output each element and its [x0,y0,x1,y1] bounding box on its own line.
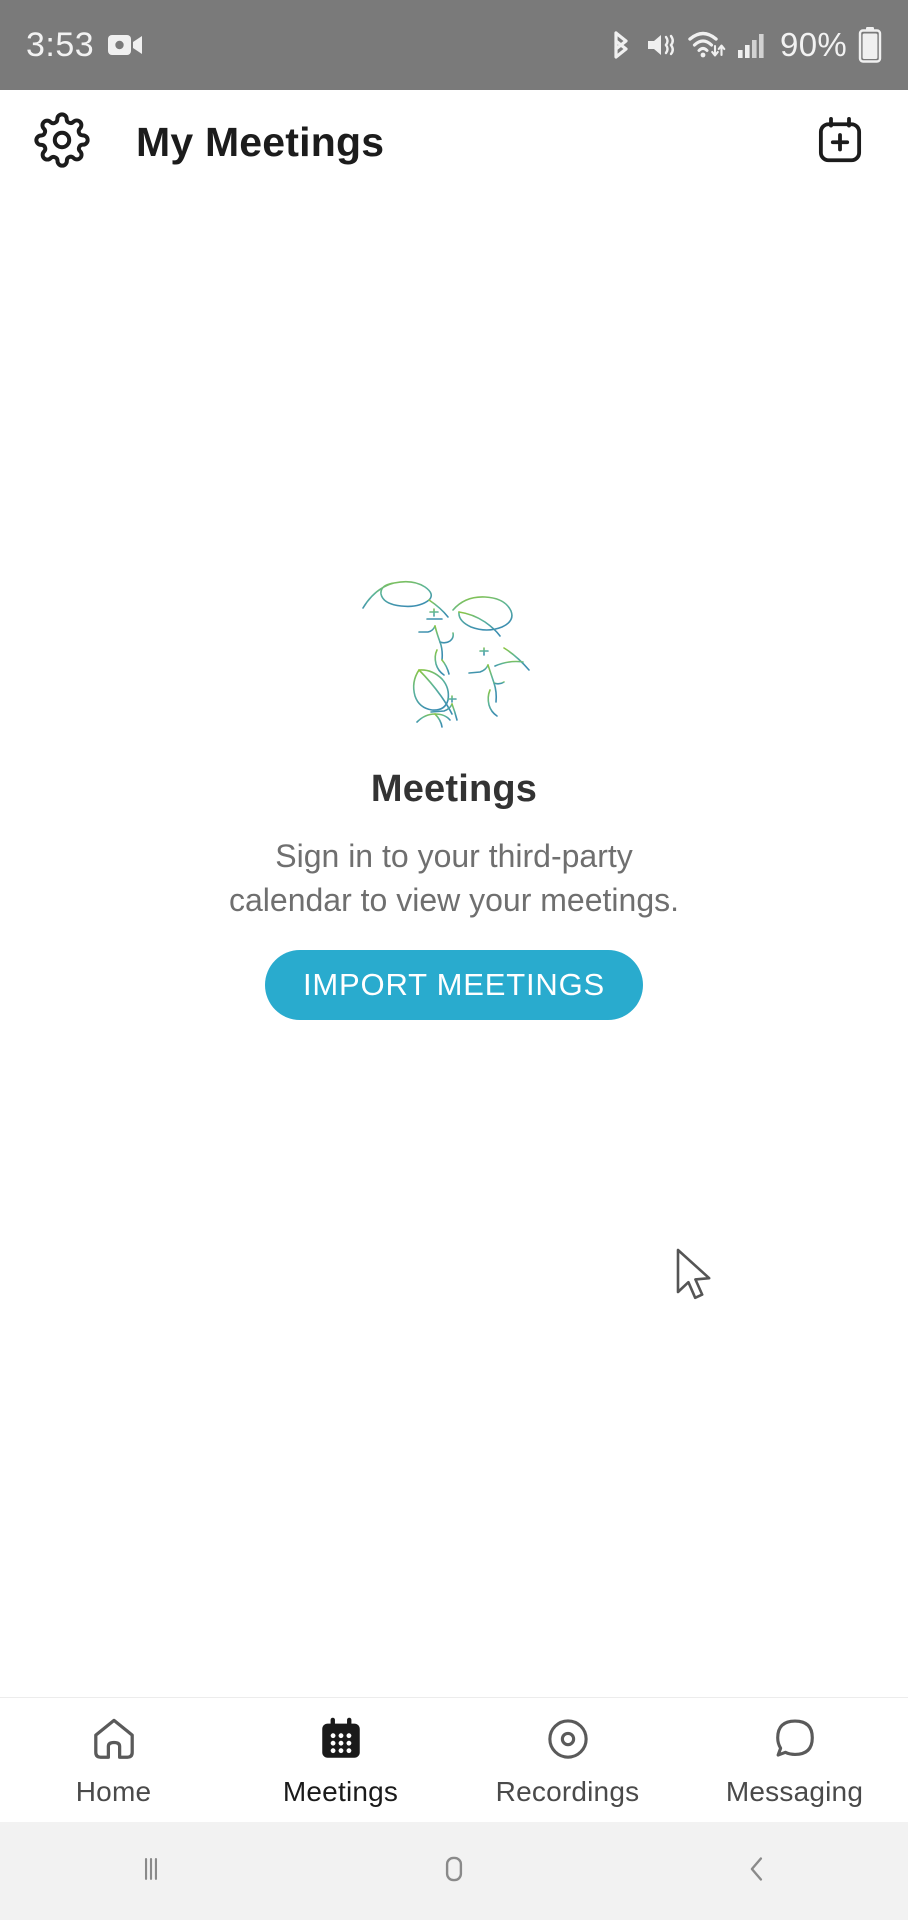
tab-label-messaging: Messaging [725,1775,864,1807]
empty-state: Meetings Sign in to your third-party cal… [0,570,908,1021]
meetings-people-illustration [349,570,559,730]
phone-screen: 3:53 90% My Meetings Meetings Sign in to… [0,0,908,1920]
page-title: My Meetings [136,119,385,165]
app-header: My Meetings [0,90,908,195]
import-meetings-button[interactable]: IMPORT MEETINGS [265,950,643,1021]
calendar-plus-icon [813,113,867,172]
screen-recording-icon [108,32,144,58]
tab-label-meetings: Meetings [282,1775,399,1807]
cellular-signal-icon [737,30,767,60]
calendar-filled-icon [316,1713,366,1765]
status-bar: 3:53 90% [0,0,908,90]
empty-state-title: Meetings [370,768,538,810]
status-bar-right: 90% [608,26,882,64]
record-circle-icon [543,1713,593,1765]
home-button[interactable] [303,1822,606,1920]
chat-bubble-icon [770,1713,820,1765]
tab-recordings[interactable]: Recordings [454,1698,681,1822]
three-bars-icon [134,1852,168,1891]
battery-percentage-label: 90% [780,26,847,63]
rounded-square-icon [436,1851,472,1892]
mouse-cursor [672,1247,720,1307]
settings-button[interactable] [26,107,98,179]
tab-label-recordings: Recordings [495,1775,640,1807]
status-bar-left: 3:53 [26,26,144,65]
tab-messaging[interactable]: Messaging [681,1698,908,1822]
wifi-icon [688,29,726,61]
status-bar-clock: 3:53 [26,25,95,64]
back-button[interactable] [605,1822,908,1920]
chevron-left-icon [739,1851,775,1892]
main-content: Meetings Sign in to your third-party cal… [0,195,908,1697]
battery-icon [858,27,882,63]
empty-state-description: Sign in to your third-party calendar to … [229,838,679,918]
recents-button[interactable] [0,1822,303,1920]
bottom-navigation-bar: Home Meetings Recordings Messaging [0,1697,908,1822]
gear-icon [34,112,90,173]
tab-home[interactable]: Home [0,1698,227,1822]
bluetooth-icon [608,28,634,62]
add-meeting-button[interactable] [806,109,874,177]
android-system-navigation [0,1822,908,1920]
tab-label-home: Home [75,1775,152,1807]
mute-vibrate-icon [645,29,677,61]
home-icon [88,1713,140,1765]
tab-meetings[interactable]: Meetings [227,1698,454,1822]
